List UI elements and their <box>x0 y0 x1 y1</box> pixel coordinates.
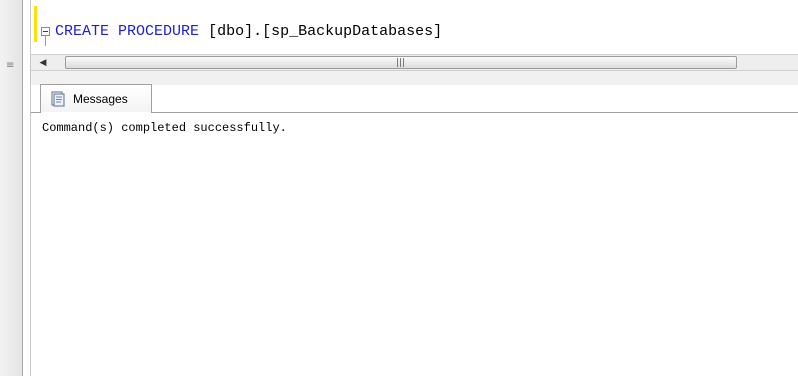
procedure-name: [dbo].[sp_BackupDatabases] <box>208 23 443 40</box>
code-line-1[interactable]: CREATE PROCEDURE [dbo].[sp_BackupDatabas… <box>55 22 442 42</box>
message-text: Command(s) completed successfully. <box>42 121 287 135</box>
splitter-grip-icon[interactable]: ≡ <box>6 60 14 72</box>
collapse-outline-icon[interactable] <box>41 27 50 36</box>
scrollbar-thumb[interactable]: ||| <box>65 56 737 69</box>
keyword-procedure: PROCEDURE <box>118 23 200 40</box>
messages-pane[interactable] <box>31 113 798 376</box>
scroll-left-arrow-icon[interactable]: ◀ <box>36 56 50 70</box>
change-marker <box>34 6 37 42</box>
scrollbar-grip-icon: ||| <box>396 58 406 68</box>
results-splitter[interactable] <box>31 71 798 85</box>
messages-document-icon <box>51 91 65 107</box>
outline-guide <box>45 36 46 46</box>
keyword-create: CREATE <box>55 23 110 40</box>
tab-messages[interactable]: Messages <box>40 84 152 113</box>
horizontal-scrollbar[interactable]: ◀ ||| <box>31 54 798 71</box>
left-frame: ≡ <box>0 0 23 376</box>
tab-messages-label: Messages <box>73 92 128 106</box>
